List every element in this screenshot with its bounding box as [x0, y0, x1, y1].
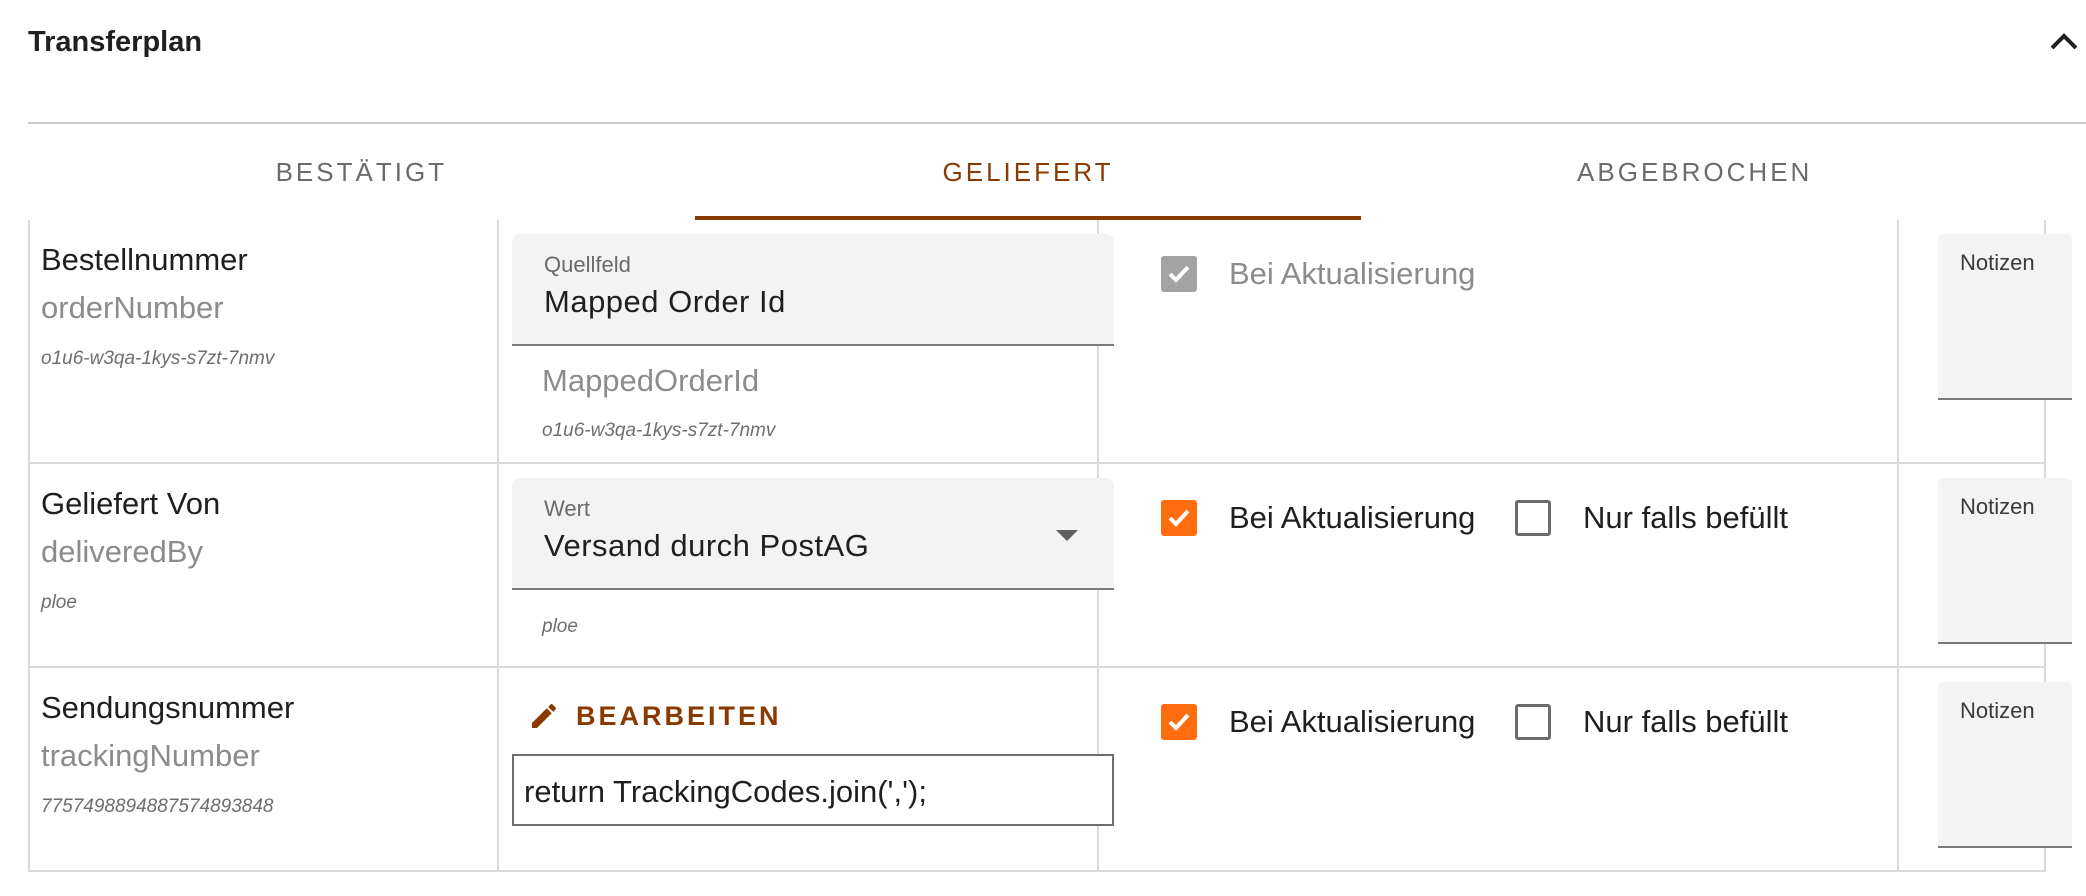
checkbox-checked-icon	[1161, 500, 1197, 536]
dropdown-arrow-icon[interactable]	[1056, 530, 1078, 541]
source-key: MappedOrderId	[542, 363, 760, 398]
target-key: trackingNumber	[41, 738, 260, 773]
only-if-filled-label: Nur falls befüllt	[1583, 500, 1789, 535]
only-if-filled-checkbox[interactable]: Nur falls befüllt	[1515, 704, 1788, 740]
target-id: 7757498894887574893848	[41, 796, 274, 817]
mapping-row: Bestellnummer orderNumber o1u6-w3qa-1kys…	[28, 220, 2072, 464]
script-code-box[interactable]: return TrackingCodes.join(',');	[512, 754, 1114, 826]
tab-geliefert[interactable]: GELIEFERT	[694, 124, 1362, 220]
on-update-label: Bei Aktualisierung	[1229, 704, 1476, 739]
notes-field[interactable]: Notizen	[1938, 478, 2072, 644]
source-field-value: Versand durch PostAG	[544, 528, 870, 563]
source-field-select[interactable]: Quellfeld Mapped Order Id	[512, 234, 1114, 346]
target-label: Bestellnummer	[41, 242, 248, 277]
source-id: ploe	[542, 616, 578, 637]
notes-label: Notizen	[1960, 494, 2035, 519]
source-value-select[interactable]: Wert Versand durch PostAG	[512, 478, 1114, 590]
chevron-up-icon	[2050, 33, 2078, 50]
target-label: Sendungsnummer	[41, 690, 295, 725]
tab-bestaetigt[interactable]: BESTÄTIGT	[28, 124, 695, 220]
notes-field[interactable]: Notizen	[1938, 682, 2072, 848]
tab-abgebrochen[interactable]: ABGEBROCHEN	[1361, 124, 2028, 220]
checkbox-checked-icon	[1161, 704, 1197, 740]
notes-label: Notizen	[1960, 698, 2035, 723]
only-if-filled-checkbox[interactable]: Nur falls befüllt	[1515, 500, 1788, 536]
on-update-label: Bei Aktualisierung	[1229, 500, 1476, 535]
on-update-checkbox[interactable]: Bei Aktualisierung	[1161, 704, 1475, 740]
source-field-value: Mapped Order Id	[544, 284, 786, 319]
collapse-button[interactable]	[2042, 20, 2086, 64]
on-update-label: Bei Aktualisierung	[1229, 256, 1476, 291]
mapping-row: Sendungsnummer trackingNumber 7757498894…	[28, 668, 2072, 872]
edit-label: BEARBEITEN	[576, 700, 782, 731]
tab-bar: BESTÄTIGT GELIEFERT ABGEBROCHEN	[28, 124, 2028, 220]
edit-script-button[interactable]: BEARBEITEN	[528, 694, 782, 738]
mapping-row: Geliefert Von deliveredBy ploe Wert Vers…	[28, 464, 2072, 668]
target-id: o1u6-w3qa-1kys-s7zt-7nmv	[41, 348, 275, 369]
only-if-filled-label: Nur falls befüllt	[1583, 704, 1789, 739]
checkbox-unchecked-icon	[1515, 500, 1551, 536]
on-update-checkbox[interactable]: Bei Aktualisierung	[1161, 256, 1475, 292]
panel-title: Transferplan	[28, 26, 203, 58]
target-label: Geliefert Von	[41, 486, 221, 521]
checkbox-checked-icon	[1161, 256, 1197, 292]
checkbox-unchecked-icon	[1515, 704, 1551, 740]
notes-field[interactable]: Notizen	[1938, 234, 2072, 400]
source-field-label: Wert	[544, 496, 591, 521]
panel-header: Transferplan	[28, 0, 2086, 124]
pencil-icon	[532, 703, 557, 728]
notes-label: Notizen	[1960, 250, 2035, 275]
target-id: ploe	[41, 592, 77, 613]
script-code: return TrackingCodes.join(',');	[524, 774, 927, 809]
source-id: o1u6-w3qa-1kys-s7zt-7nmv	[542, 420, 776, 441]
on-update-checkbox[interactable]: Bei Aktualisierung	[1161, 500, 1475, 536]
target-key: orderNumber	[41, 290, 224, 325]
source-field-label: Quellfeld	[544, 252, 631, 277]
target-key: deliveredBy	[41, 534, 203, 569]
mapping-table: Bestellnummer orderNumber o1u6-w3qa-1kys…	[28, 220, 2072, 872]
